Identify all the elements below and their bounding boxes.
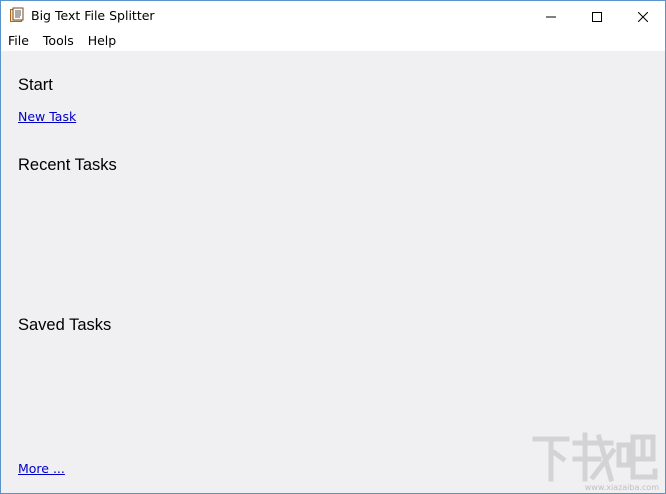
maximize-icon	[592, 7, 602, 26]
close-button[interactable]	[620, 1, 665, 31]
window-title: Big Text File Splitter	[31, 8, 155, 23]
main-content: Start New Task Recent Tasks Saved Tasks …	[1, 51, 665, 493]
menu-tools[interactable]: Tools	[36, 31, 81, 51]
minimize-icon	[546, 7, 556, 26]
book-icon[interactable]	[9, 7, 25, 23]
more-link[interactable]: More ...	[18, 461, 65, 476]
maximize-button[interactable]	[574, 1, 620, 31]
minimize-button[interactable]	[528, 1, 574, 31]
app-window: Big Text File Splitter File Tools Help S…	[0, 0, 666, 494]
watermark-logo	[529, 429, 659, 487]
menu-bar: File Tools Help	[1, 31, 665, 51]
start-heading: Start	[18, 76, 53, 94]
title-bar[interactable]: Big Text File Splitter	[1, 1, 665, 31]
new-task-link[interactable]: New Task	[18, 109, 76, 124]
saved-tasks-list	[18, 343, 618, 453]
recent-tasks-heading: Recent Tasks	[18, 156, 117, 174]
watermark-url: www.xiazaiba.com	[584, 483, 659, 492]
close-icon	[637, 7, 649, 26]
saved-tasks-heading: Saved Tasks	[18, 316, 112, 334]
menu-help[interactable]: Help	[81, 31, 124, 51]
recent-tasks-list	[18, 183, 618, 303]
menu-file[interactable]: File	[1, 31, 36, 51]
